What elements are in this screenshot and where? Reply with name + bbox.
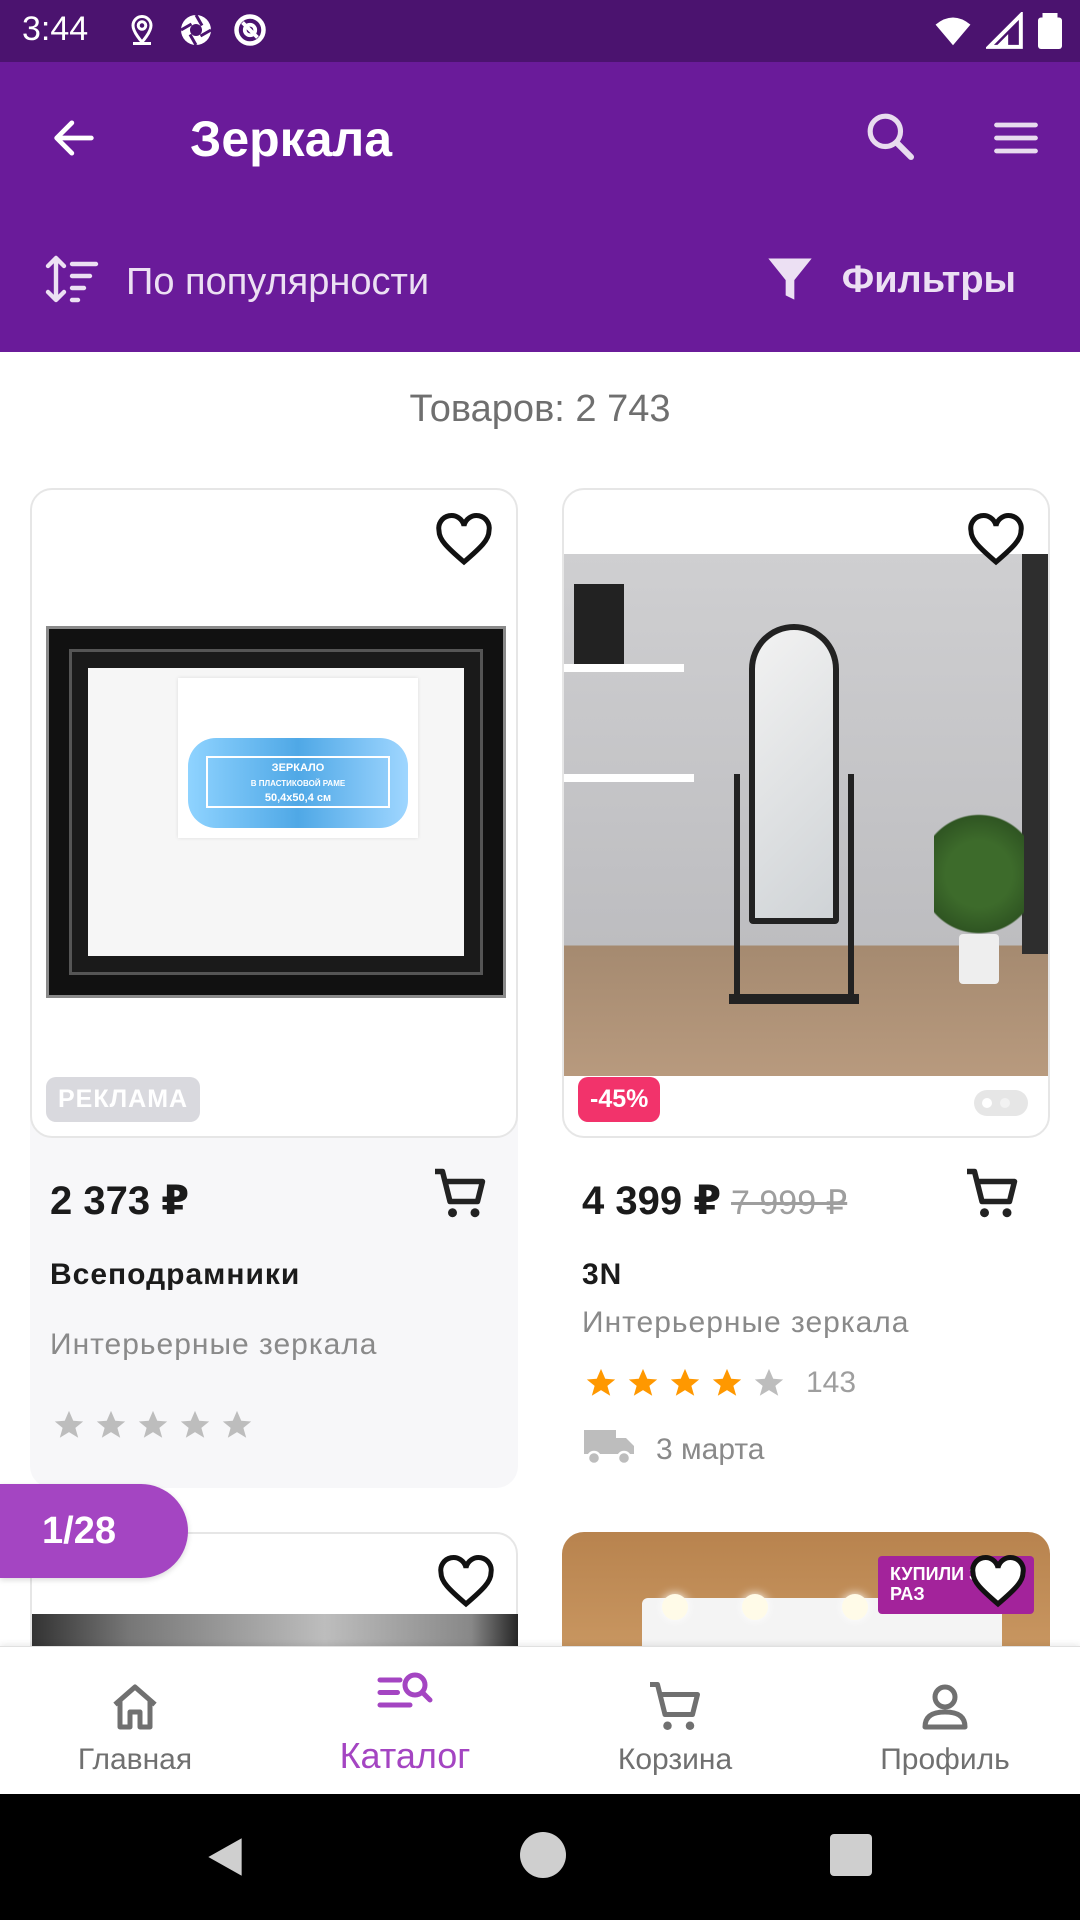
rating-stars <box>52 1408 254 1442</box>
current-price: 4 399 ₽ <box>582 1179 722 1223</box>
favorite-heart-icon[interactable] <box>434 512 494 572</box>
old-price: 7 999 ₽ <box>731 1184 848 1222</box>
favorite-heart-icon[interactable] <box>968 1554 1028 1614</box>
delivery-info: 3 марта <box>582 1426 764 1474</box>
product-category: Интерьерные зеркала <box>50 1328 378 1361</box>
nav-item-profile[interactable]: Профиль <box>810 1647 1080 1795</box>
page-indicator[interactable]: 1/28 <box>0 1484 188 1578</box>
nav-item-home[interactable]: Главная <box>0 1647 270 1795</box>
product-card[interactable]: ЗЕРКАЛО В ПЛАСТИКОВОЙ РАМЕ 50,4x50,4 см … <box>30 488 518 1488</box>
product-price: 2 373 ₽ <box>50 1179 190 1223</box>
star-icon <box>628 1368 658 1396</box>
product-price: 4 399 ₽7 999 ₽ <box>582 1178 847 1224</box>
home-icon <box>105 1677 165 1737</box>
nav-item-catalog[interactable]: Каталог <box>270 1647 540 1795</box>
system-navigation-bar <box>0 1794 1080 1920</box>
product-brand: 3N <box>582 1258 623 1291</box>
cart-icon <box>645 1677 705 1737</box>
status-time: 3:44 <box>22 10 89 48</box>
sort-icon <box>44 252 100 313</box>
nav-label: Главная <box>77 1743 193 1776</box>
nav-label: Профиль <box>880 1743 1010 1776</box>
star-icon <box>54 1410 84 1438</box>
sort-label: По популярности <box>126 261 430 303</box>
status-bar: 3:44 <box>0 0 1080 62</box>
filters-label: Фильтры <box>841 259 1016 301</box>
star-icon <box>754 1368 784 1396</box>
star-icon <box>586 1368 616 1396</box>
product-card[interactable]: КУПИЛИ 3000 РАЗ <box>562 1532 1050 1646</box>
menu-icon[interactable] <box>990 112 1042 164</box>
ad-badge: РЕКЛАМА <box>46 1077 201 1122</box>
sort-button[interactable]: По популярности <box>44 252 429 313</box>
catalog-search-icon <box>375 1665 435 1725</box>
star-icon <box>96 1410 126 1438</box>
profile-icon <box>915 1677 975 1737</box>
nav-label: Каталог <box>339 1735 471 1776</box>
star-icon <box>138 1410 168 1438</box>
product-brand: Всеподрамники <box>50 1258 301 1291</box>
image-pager-dots <box>974 1090 1028 1116</box>
product-card[interactable]: -45% 4 399 ₽7 999 ₽ 3N Интерьерные зерка… <box>562 488 1050 1488</box>
nav-label: Корзина <box>617 1743 733 1776</box>
product-image-area[interactable]: -45% <box>562 488 1050 1138</box>
at-icon <box>232 12 268 48</box>
rating-stars: 143 <box>584 1366 856 1400</box>
bottom-navigation: Главная Каталог Корзина Профиль <box>0 1646 1080 1794</box>
search-icon[interactable] <box>862 108 918 164</box>
system-home-icon[interactable] <box>520 1832 566 1878</box>
wifi-icon <box>934 12 972 55</box>
back-arrow-icon[interactable] <box>48 112 100 164</box>
product-image <box>32 1614 518 1646</box>
product-count: Товаров: 2 743 <box>409 388 671 430</box>
product-category: Интерьерные зеркала <box>582 1306 910 1339</box>
favorite-heart-icon[interactable] <box>966 512 1026 572</box>
image-text-line: В ПЛАСТИКОВОЙ РАМЕ <box>250 779 346 788</box>
discount-badge: -45% <box>578 1077 661 1122</box>
favorite-heart-icon[interactable] <box>436 1554 496 1614</box>
add-to-cart-icon[interactable] <box>430 1164 490 1224</box>
star-icon <box>222 1410 252 1438</box>
star-icon <box>712 1368 742 1396</box>
star-icon <box>180 1410 210 1438</box>
location-icon <box>124 12 160 48</box>
truck-icon <box>582 1426 638 1474</box>
product-image-area[interactable]: ЗЕРКАЛО В ПЛАСТИКОВОЙ РАМЕ 50,4x50,4 см … <box>30 488 518 1138</box>
image-text-line: ЗЕРКАЛО <box>271 762 325 774</box>
product-image: ЗЕРКАЛО В ПЛАСТИКОВОЙ РАМЕ 50,4x50,4 см <box>32 612 516 1012</box>
page-title: Зеркала <box>190 111 393 167</box>
product-image <box>564 554 1048 1076</box>
battery-icon <box>1038 12 1062 55</box>
image-text-line: 50,4x50,4 см <box>264 792 332 804</box>
star-icon <box>670 1368 700 1396</box>
signal-icon <box>984 10 1024 55</box>
nav-item-cart[interactable]: Корзина <box>540 1647 810 1795</box>
review-count: 143 <box>806 1366 857 1399</box>
filter-icon <box>764 252 816 309</box>
filters-button[interactable]: Фильтры <box>764 252 1016 309</box>
app-bar: Зеркала По популярности Фильтры <box>0 62 1080 352</box>
system-recents-icon[interactable] <box>830 1834 872 1876</box>
system-back-icon[interactable] <box>200 1832 250 1882</box>
add-to-cart-icon[interactable] <box>962 1164 1022 1224</box>
aperture-icon <box>178 12 214 48</box>
delivery-date: 3 марта <box>656 1433 765 1466</box>
